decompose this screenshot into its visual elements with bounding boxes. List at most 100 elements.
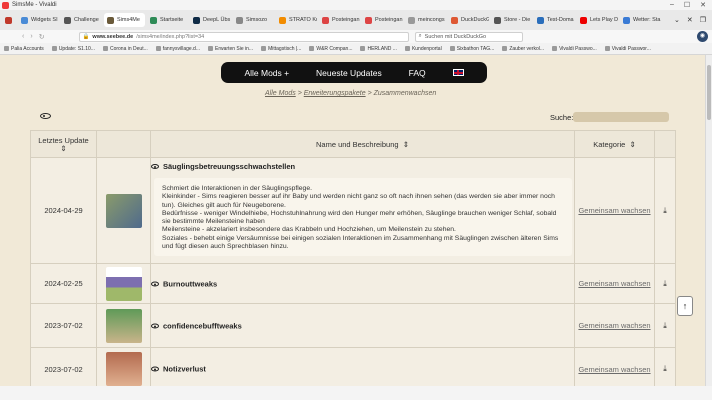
chevron-down-icon[interactable]: ⌄ xyxy=(674,16,680,24)
bookmark-item[interactable]: Vivaldi Passwor... xyxy=(604,46,651,52)
tab-bar: Widgets SI Challenge Sims4Me Startseite Deep… xyxy=(0,10,712,30)
browser-tab[interactable]: Posteingan xyxy=(362,13,403,27)
bookmark-favicon-icon xyxy=(502,46,508,51)
browser-tab[interactable]: Sims4Me xyxy=(104,13,145,27)
search-engine-field[interactable]: ⌕ Suchen mit DuckDuckGo xyxy=(414,31,523,42)
tab-favicon-icon xyxy=(150,16,157,24)
browser-tab[interactable]: Simsozo xyxy=(233,13,274,27)
browser-tab[interactable]: meincongs xyxy=(405,13,446,27)
col-date[interactable]: Letztes Update ⇕ xyxy=(31,131,97,158)
window-restore-icon[interactable]: ❐ xyxy=(700,16,706,24)
tab-label: Widgets SI xyxy=(31,17,58,23)
search-input[interactable] xyxy=(573,112,669,122)
browser-tab[interactable]: Startseite xyxy=(147,13,188,27)
reload-icon[interactable]: ↻ xyxy=(39,33,45,41)
mod-title[interactable]: Säuglingsbetreuungsschwachstellen xyxy=(151,162,295,171)
mods-table: Letztes Update ⇕ Name und Beschreibung ⇕ … xyxy=(30,130,676,386)
browser-tab[interactable]: Challenge xyxy=(61,13,102,27)
download-icon[interactable]: ⤓ xyxy=(655,348,675,386)
hide-descriptions-icon[interactable] xyxy=(40,111,51,122)
row-date: 2024-04-29 xyxy=(31,158,97,263)
profile-avatar[interactable]: ◉ xyxy=(697,31,708,42)
mod-title[interactable]: Burnouttweaks xyxy=(151,279,217,288)
table-row: 2024-04-29 Säuglingsbetreuungsschwachste… xyxy=(31,158,675,264)
mod-name: Burnouttweaks xyxy=(163,279,218,288)
browser-tab[interactable]: DuckDuckG xyxy=(448,13,489,27)
col-name[interactable]: Name und Beschreibung ⇕ xyxy=(151,131,575,158)
browser-tab[interactable]: Posteingan xyxy=(319,13,360,27)
bookmark-item[interactable]: Vivaldi Passwo... xyxy=(552,46,597,52)
close-icon[interactable]: ✕ xyxy=(700,1,706,9)
browser-tab[interactable]: STRATO Ku xyxy=(276,13,317,27)
breadcrumb-expansions[interactable]: Erweiterungspakete xyxy=(304,90,366,97)
bookmark-label: Corona in Deut... xyxy=(109,45,148,52)
mod-title[interactable]: Notizverlust xyxy=(151,365,206,374)
bookmark-item[interactable]: Corona in Deut... xyxy=(102,45,148,52)
tab-label: DeepL Übs xyxy=(203,17,231,23)
bookmark-item[interactable]: HERLAND ... xyxy=(360,45,397,52)
browser-tab[interactable]: Test-Doma xyxy=(534,13,575,27)
bookmark-item[interactable]: W&R Compan... xyxy=(309,46,352,52)
tab-label: Lets Play D xyxy=(590,17,618,23)
bookmark-favicon-icon xyxy=(4,46,9,51)
row-thumbnail[interactable] xyxy=(97,264,151,303)
browser-tab[interactable]: Store - Die xyxy=(491,13,532,27)
bookmark-item[interactable]: Erwarten Sie in... xyxy=(208,46,253,52)
bookmark-label: HERLAND ... xyxy=(367,45,397,52)
nav-all-mods-label: Alle Mods xyxy=(244,67,282,78)
browser-tab[interactable]: Wetter: Sta xyxy=(620,13,661,27)
row-category-link[interactable]: Gemeinsam wachsen xyxy=(575,158,655,263)
bookmark-item[interactable]: fannysvillage.d... xyxy=(155,46,200,52)
bookmark-item[interactable]: Palia Accounts xyxy=(4,46,44,52)
desc-line: Kleinkinder - Sims reagieren besser auf … xyxy=(162,193,555,209)
tab-favicon-icon xyxy=(193,16,200,24)
bookmark-item[interactable]: Sixbathon TAG... xyxy=(449,46,494,52)
bookmark-item[interactable]: Update: S1.10... xyxy=(51,46,95,52)
forward-icon[interactable]: › xyxy=(30,33,32,41)
col-name-label: Name und Beschreibung xyxy=(315,139,399,149)
tab-favicon-icon xyxy=(5,16,12,24)
row-category-link[interactable]: Gemeinsam wachsen xyxy=(575,264,655,303)
col-category[interactable]: Kategorie ⇕ xyxy=(575,131,655,158)
bookmark-favicon-icon xyxy=(309,46,315,51)
mod-image xyxy=(105,193,142,228)
browser-tab[interactable]: Widgets SI xyxy=(18,13,59,27)
tab-favicon-icon xyxy=(537,16,544,24)
back-icon[interactable]: ‹ xyxy=(22,33,24,41)
row-thumbnail[interactable] xyxy=(97,158,151,263)
row-category-link[interactable]: Gemeinsam wachsen xyxy=(575,304,655,347)
download-icon[interactable]: ⤓ xyxy=(655,264,675,303)
tab-favicon-icon xyxy=(107,16,114,24)
minimize-icon[interactable]: – xyxy=(670,1,674,9)
tab-label: Posteingan xyxy=(332,17,360,23)
browser-tab[interactable]: DeepL Übs xyxy=(190,13,231,27)
bookmark-item[interactable]: Zauber verkol... xyxy=(502,46,544,52)
tab-favicon-icon xyxy=(322,16,329,24)
bookmark-item[interactable]: Kundenportal xyxy=(404,46,442,52)
browser-tab[interactable]: Lets Play D xyxy=(577,13,618,27)
nav-faq[interactable]: FAQ xyxy=(409,68,426,78)
page-scrollbar[interactable] xyxy=(705,55,712,386)
tab-label: Sims4Me xyxy=(117,17,140,23)
download-icon[interactable]: ⤓ xyxy=(655,304,675,347)
scrollbar-thumb[interactable] xyxy=(707,65,711,120)
nav-newest-updates[interactable]: Neueste Updates xyxy=(316,68,382,78)
browser-tab[interactable] xyxy=(2,13,16,27)
bookmark-favicon-icon xyxy=(552,46,558,51)
close-icon[interactable]: ✕ xyxy=(687,16,693,24)
nav-all-mods[interactable]: Alle Mods + xyxy=(244,68,289,78)
breadcrumb: Alle Mods > Erweiterungspakete > Zusamme… xyxy=(265,90,436,97)
download-icon[interactable]: ⤓ xyxy=(655,158,675,263)
maximize-icon[interactable]: ☐ xyxy=(684,1,690,9)
uk-flag-icon[interactable] xyxy=(452,69,464,76)
mod-title[interactable]: confidencebufftweaks xyxy=(151,321,242,330)
url-field[interactable]: 🔒 www.seebee.de/sims4me/index.php?list=3… xyxy=(78,31,409,42)
row-thumbnail[interactable] xyxy=(97,348,151,386)
row-category-link[interactable]: Gemeinsam wachsen xyxy=(575,348,655,386)
sort-icon: ⇕ xyxy=(629,139,636,149)
row-name-cell: Burnouttweaks xyxy=(151,264,575,303)
row-thumbnail[interactable] xyxy=(97,304,151,347)
scroll-to-top-button[interactable]: ↑ xyxy=(677,296,693,316)
bookmark-item[interactable]: Mittagstisch |... xyxy=(261,46,301,52)
breadcrumb-all-mods[interactable]: Alle Mods xyxy=(265,90,296,97)
